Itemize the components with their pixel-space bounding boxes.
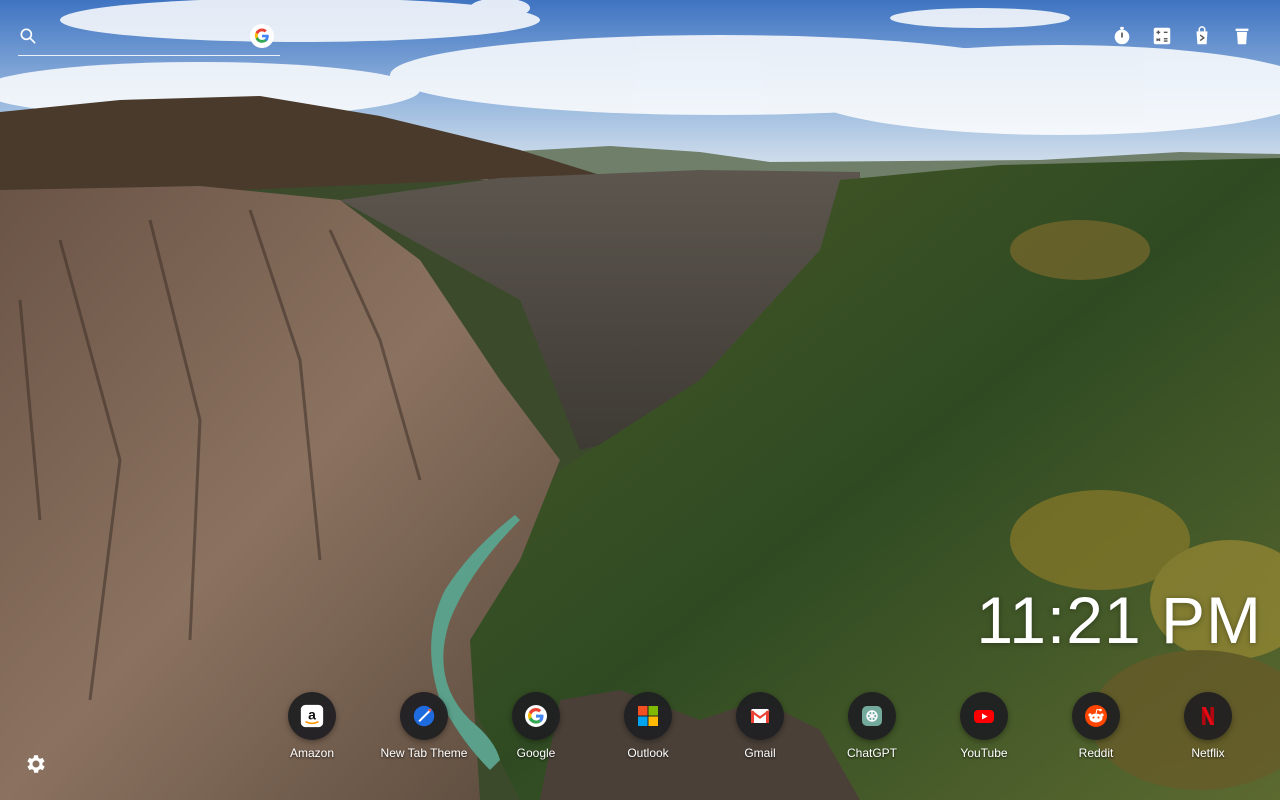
shortcut-bubble [1184, 692, 1232, 740]
shortcut-outlook[interactable]: Outlook [592, 692, 704, 772]
shortcut-bubble [624, 692, 672, 740]
shortcut-label: New Tab Theme [380, 746, 468, 760]
shortcut-bubble [848, 692, 896, 740]
shortcuts-dock: a Amazon New Tab Theme Google Outlook Gm… [256, 692, 1264, 772]
shortcut-google[interactable]: Google [480, 692, 592, 772]
shortcut-gmail[interactable]: Gmail [704, 692, 816, 772]
shortcut-label: Outlook [627, 746, 669, 760]
search-bar[interactable] [18, 22, 280, 56]
shortcut-bubble [512, 692, 560, 740]
netflix-icon [1202, 707, 1214, 725]
reddit-icon [1085, 705, 1107, 727]
shop-bag-button[interactable] [1190, 24, 1214, 48]
shortcut-label: Gmail [744, 746, 776, 760]
shortcut-label: ChatGPT [846, 746, 897, 760]
shortcut-chatgpt[interactable]: ChatGPT [816, 692, 928, 772]
calculator-icon [1153, 27, 1171, 45]
amazon-icon: a [300, 704, 324, 728]
shortcut-youtube[interactable]: YouTube [928, 692, 1040, 772]
search-icon[interactable] [18, 26, 38, 46]
top-toolbar [1110, 24, 1254, 48]
shop-bag-icon [1196, 26, 1208, 45]
search-input[interactable] [48, 24, 238, 50]
settings-button[interactable] [24, 752, 48, 776]
shortcut-label: Google [516, 746, 556, 760]
shortcut-bubble: a [288, 692, 336, 740]
chatgpt-icon [862, 706, 882, 726]
shortcut-label: Netflix [1191, 746, 1225, 760]
shortcut-netflix[interactable]: Netflix [1152, 692, 1264, 772]
gmail-icon [750, 709, 770, 723]
shortcut-new-tab-theme[interactable]: New Tab Theme [368, 692, 480, 772]
background-wallpaper [0, 0, 1280, 800]
google-icon [525, 705, 547, 727]
youtube-icon [974, 710, 994, 723]
shortcut-bubble [736, 692, 784, 740]
svg-text:a: a [308, 707, 316, 723]
shortcut-reddit[interactable]: Reddit [1040, 692, 1152, 772]
search-engine-google-icon[interactable] [250, 24, 274, 48]
new-tab-theme-icon [413, 705, 435, 727]
timer-icon [1114, 26, 1130, 45]
trash-icon [1235, 28, 1249, 45]
timer-button[interactable] [1110, 24, 1134, 48]
shortcut-label: Reddit [1078, 746, 1114, 760]
clock-time: 11:21 PM [976, 583, 1262, 657]
outlook-icon [638, 706, 658, 726]
shortcut-bubble [1072, 692, 1120, 740]
shortcut-label: YouTube [960, 746, 1008, 760]
google-icon [254, 28, 269, 43]
shortcut-bubble [400, 692, 448, 740]
trash-button[interactable] [1230, 24, 1254, 48]
shortcut-bubble [960, 692, 1008, 740]
shortcut-label: Amazon [289, 746, 335, 760]
gear-icon [27, 755, 45, 773]
shortcut-amazon[interactable]: a Amazon [256, 692, 368, 772]
calculator-button[interactable] [1150, 24, 1174, 48]
